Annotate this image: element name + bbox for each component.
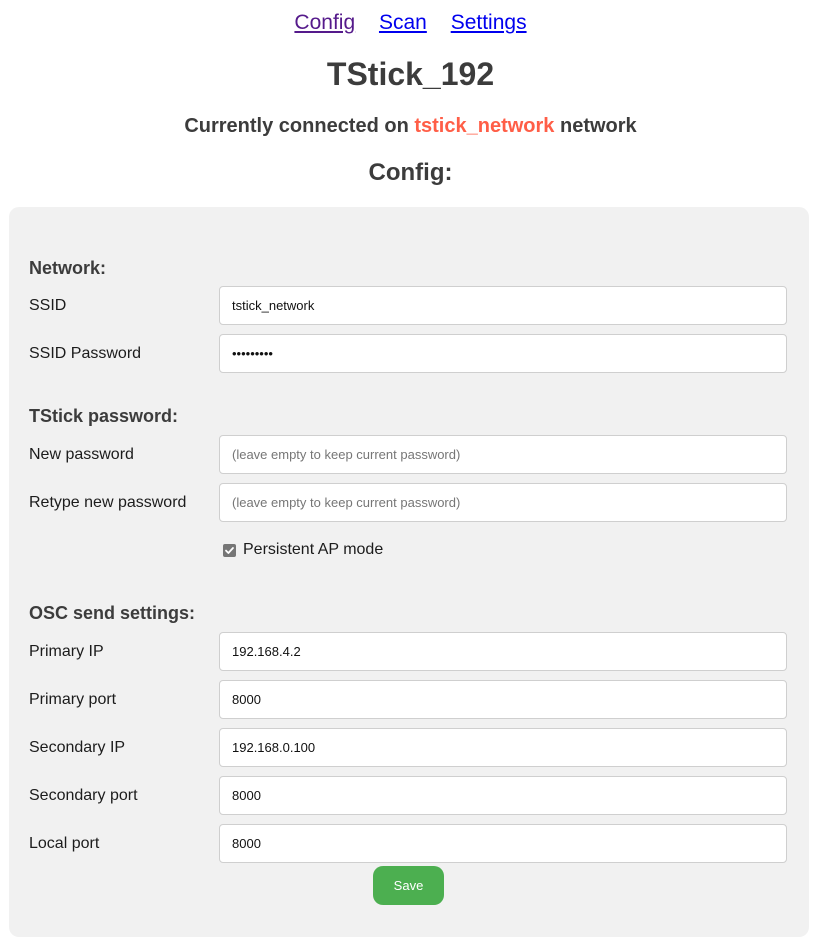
secondary-ip-input[interactable] (219, 728, 787, 767)
status-prefix: Currently connected on (184, 115, 415, 137)
nav-link-settings[interactable]: Settings (451, 11, 527, 34)
ssid-label: SSID (29, 297, 67, 314)
local-port-input[interactable] (219, 824, 787, 863)
persistent-ap-label: Persistent AP mode (243, 541, 384, 558)
retype-password-label: Retype new password (29, 494, 187, 511)
primary-port-input[interactable] (219, 680, 787, 719)
status-suffix: network (554, 115, 637, 137)
ssid-input[interactable] (219, 286, 787, 325)
primary-port-label: Primary port (29, 691, 117, 708)
top-nav: Config Scan Settings (0, 9, 821, 37)
retype-password-input[interactable] (219, 483, 787, 522)
section-heading-config: Config: (368, 159, 453, 186)
status-network-name: tstick_network (414, 115, 555, 137)
secondary-port-label: Secondary port (29, 787, 138, 804)
ssid-password-label: SSID Password (29, 345, 142, 362)
persistent-ap-option[interactable]: Persistent AP mode (223, 541, 383, 559)
connection-status: Currently connected on tstick_network ne… (0, 113, 821, 139)
local-port-label: Local port (29, 835, 100, 852)
checkmark-icon (225, 546, 234, 554)
tstick-password-section-title: TStick password: (29, 406, 179, 426)
nav-link-scan[interactable]: Scan (379, 11, 427, 34)
primary-ip-input[interactable] (219, 632, 787, 671)
secondary-port-input[interactable] (219, 776, 787, 815)
primary-ip-label: Primary IP (29, 643, 104, 660)
new-password-label: New password (29, 446, 134, 463)
save-button[interactable]: Save (373, 866, 444, 905)
network-section-title: Network: (29, 258, 107, 278)
page-title: TStick_192 (326, 56, 495, 92)
config-form: Network: SSID SSID Password TStick passw… (9, 207, 809, 937)
secondary-ip-label: Secondary IP (29, 739, 126, 756)
persistent-ap-checkbox[interactable] (223, 543, 236, 557)
ssid-password-input[interactable] (219, 334, 787, 373)
new-password-input[interactable] (219, 435, 787, 474)
osc-section-title: OSC send settings: (29, 603, 196, 623)
nav-link-config[interactable]: Config (294, 11, 355, 34)
